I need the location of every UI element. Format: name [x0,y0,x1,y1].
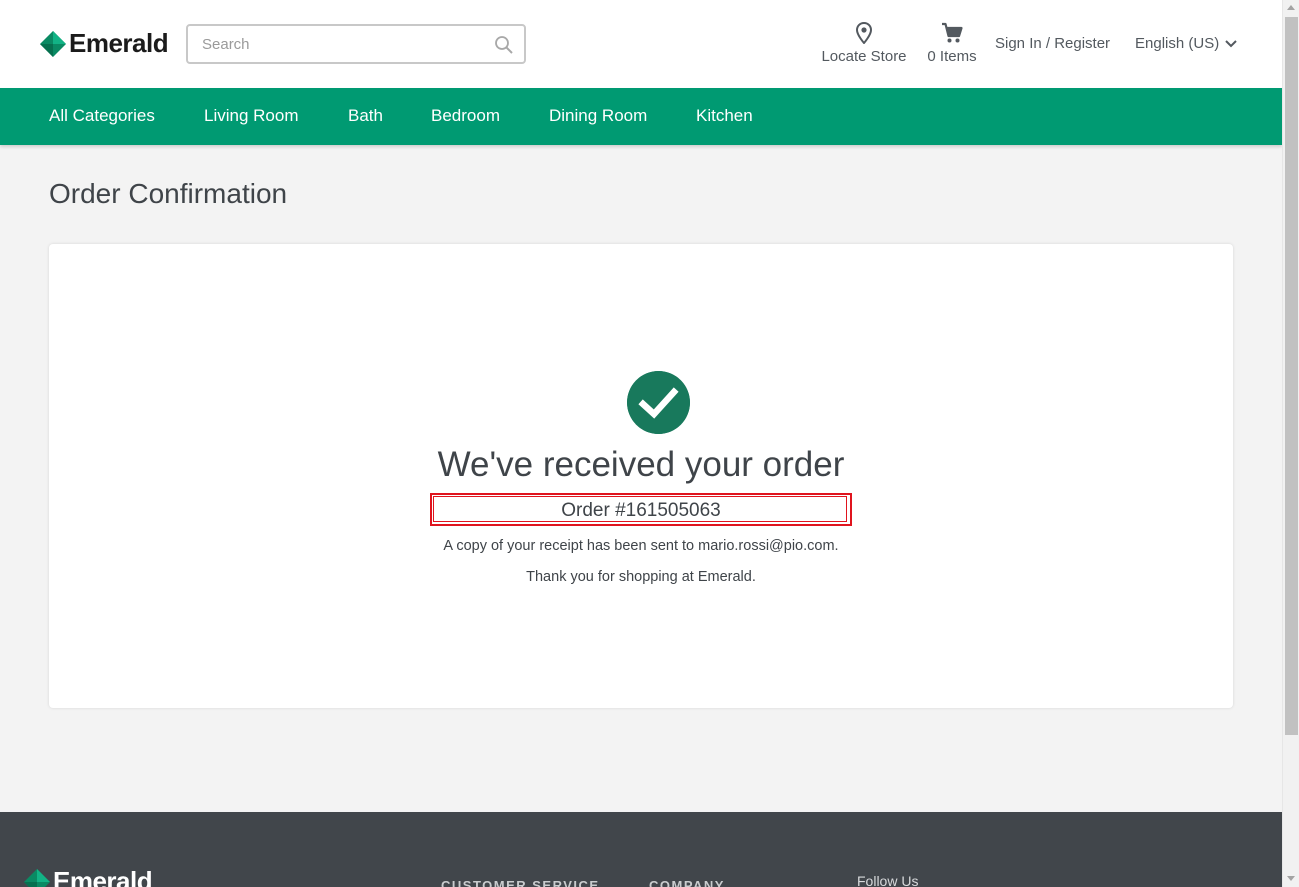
emerald-logo-icon [40,30,66,57]
nav-item-bedroom[interactable]: Bedroom [431,106,500,126]
receipt-message: A copy of your receipt has been sent to … [443,538,839,554]
site-footer: Emerald CUSTOMER SERVICE COMPANY Follow … [0,812,1282,887]
locate-store-link[interactable]: Locate Store [816,22,912,65]
footer-brand-logo[interactable]: Emerald [24,866,153,887]
sign-in-register-link[interactable]: Sign In / Register [995,35,1110,52]
page: Emerald Locate Store 0 Items [0,0,1282,887]
footer-heading-customer-service: CUSTOMER SERVICE [441,878,600,887]
scrollbar-thumb[interactable] [1285,17,1298,735]
search-input[interactable] [188,26,478,62]
cart-label: 0 Items [927,48,977,65]
nav-item-all-categories[interactable]: All Categories [49,106,155,126]
map-pin-icon [856,22,872,44]
order-number-highlight: Order #161505063 [430,493,852,526]
cart-icon [942,22,963,43]
scroll-down-arrow-icon[interactable] [1287,876,1295,881]
check-circle-icon [627,371,690,434]
locate-store-label: Locate Store [821,48,907,65]
footer-heading-company: COMPANY [649,878,725,887]
brand-name: Emerald [69,28,169,58]
confirmation-card: We've received your order Order #1615050… [49,244,1233,708]
search-box [186,24,526,64]
footer-brand-name: Emerald [53,866,153,887]
category-nav: All Categories Living Room Bath Bedroom … [0,88,1282,145]
nav-item-living-room[interactable]: Living Room [204,106,299,126]
nav-item-kitchen[interactable]: Kitchen [696,106,753,126]
cart-link[interactable]: 0 Items [922,22,982,65]
emerald-logo-icon [24,868,50,887]
page-title: Order Confirmation [49,178,288,209]
search-icon[interactable] [494,35,514,55]
vertical-scrollbar[interactable] [1282,0,1299,887]
brand-logo[interactable]: Emerald [40,28,169,59]
language-label: English (US) [1135,35,1220,52]
footer-follow-us: Follow Us [857,873,919,887]
thank-you-message: Thank you for shopping at Emerald. [526,569,756,585]
chevron-down-icon [1225,39,1237,47]
scroll-up-arrow-icon[interactable] [1287,5,1295,10]
nav-item-dining-room[interactable]: Dining Room [549,106,647,126]
nav-item-bath[interactable]: Bath [348,106,383,126]
site-header: Emerald Locate Store 0 Items [0,0,1282,88]
confirmation-heading: We've received your order [437,445,845,484]
order-number: Order #161505063 [561,500,721,521]
language-selector[interactable]: English (US) [1135,35,1237,52]
